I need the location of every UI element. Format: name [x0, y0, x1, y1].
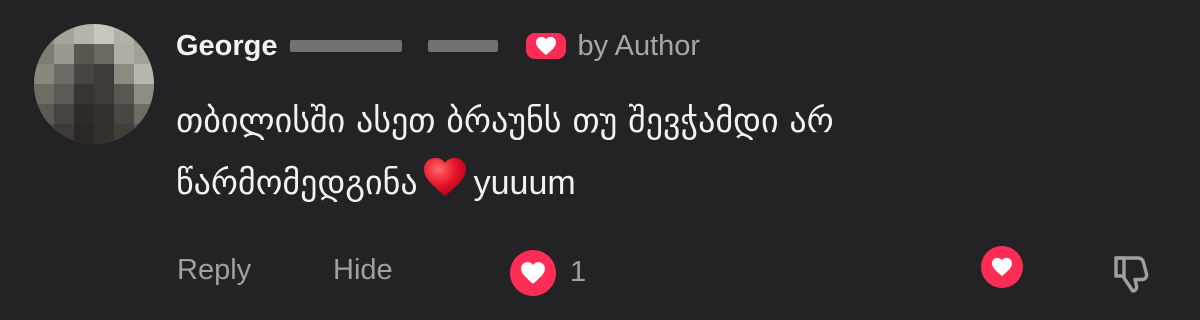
red-heart-emoji [422, 156, 468, 218]
comment-text: თბილისში ასეთ ბრაუნს თუ შევჭამდი არ წარმ… [176, 90, 1166, 218]
avatar-pixel [34, 124, 54, 144]
redacted-username [289, 40, 402, 52]
avatar-pixel [94, 24, 114, 44]
avatar-pixel [54, 124, 74, 144]
avatar-pixel [134, 104, 154, 124]
avatar-pixel [114, 64, 134, 84]
comment-text-line-1: თბილისში ასეთ ბრაუნს თუ შევჭამდი არ [176, 101, 834, 141]
like-button[interactable] [510, 250, 556, 296]
thumbs-down-icon [1114, 256, 1149, 293]
avatar-pixel [34, 84, 54, 104]
heart-icon [535, 36, 556, 56]
avatar-pixel [54, 44, 74, 64]
avatar-pixel [34, 44, 54, 64]
comment-text-tail: yuuum [473, 164, 576, 202]
creator-heart-button[interactable] [981, 246, 1023, 288]
avatar-pixel [54, 64, 74, 84]
avatar-pixel [34, 64, 54, 84]
avatar-pixel [114, 24, 134, 44]
avatar-pixel [74, 124, 94, 144]
redacted-timestamp [427, 40, 498, 52]
avatar-pixel [94, 104, 114, 124]
avatar[interactable] [34, 24, 154, 144]
dislike-button[interactable] [1108, 248, 1156, 296]
avatar-pixel [114, 44, 134, 64]
creator-heart-badge [525, 33, 566, 59]
comment-actions: Reply Hide 1 [0, 244, 1200, 300]
comment-text-line-2: წარმომედგინა [176, 163, 418, 203]
avatar-pixel [74, 84, 94, 104]
avatar-pixel [74, 64, 94, 84]
avatar-pixel [94, 64, 114, 84]
heart-icon [521, 262, 545, 284]
avatar-pixel [134, 24, 154, 44]
avatar-pixel [134, 64, 154, 84]
avatar-pixel [114, 104, 134, 124]
hide-button[interactable]: Hide [333, 254, 393, 287]
avatar-pixel [114, 84, 134, 104]
avatar-pixel [94, 84, 114, 104]
author-name[interactable]: George [176, 30, 278, 63]
avatar-pixel [134, 124, 154, 144]
avatar-pixel [94, 44, 114, 64]
avatar-pixel [134, 84, 154, 104]
author-badge-label: by Author [577, 29, 701, 62]
avatar-pixel [134, 44, 154, 64]
avatar-pixel [34, 24, 54, 44]
heart-icon [992, 257, 1012, 277]
reply-button[interactable]: Reply [177, 254, 251, 287]
like-count: 1 [570, 256, 587, 288]
avatar-pixel [74, 24, 94, 44]
avatar-pixel [94, 124, 114, 144]
avatar-pixel [54, 84, 74, 104]
avatar-pixel [74, 44, 94, 64]
avatar-pixel [34, 104, 54, 124]
comment-header: George by Author [176, 26, 700, 66]
avatar-pixel [74, 104, 94, 124]
avatar-pixel [54, 104, 74, 124]
avatar-pixel [54, 24, 74, 44]
avatar-pixel [114, 124, 134, 144]
